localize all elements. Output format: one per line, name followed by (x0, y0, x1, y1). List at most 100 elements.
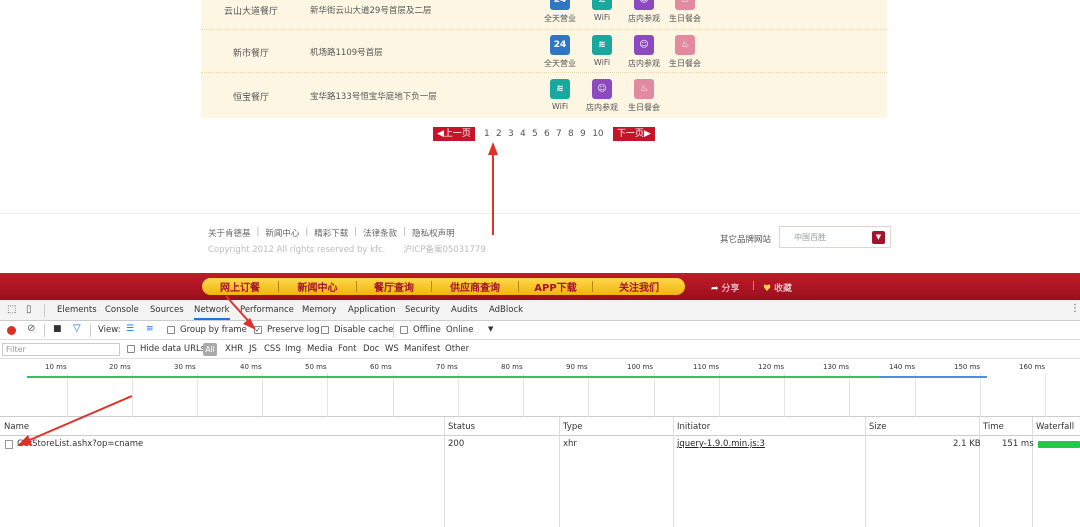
filter-type-xhr[interactable]: XHR (225, 344, 243, 354)
copyright: Copyright 2012 All rights reserved by kf… (208, 245, 486, 255)
filter-type-other[interactable]: Other (445, 344, 469, 354)
footer-divider (0, 213, 1080, 214)
devtools-tab-bar: ⬚ ▯ Elements Console Sources Network Per… (0, 300, 1080, 321)
filter-type-ws[interactable]: WS (385, 344, 399, 354)
group-by-frame-checkbox[interactable] (167, 326, 175, 334)
page-link[interactable]: 9 (577, 129, 589, 139)
share-link[interactable]: ➦ 分享 (711, 281, 739, 294)
wifi-icon: ≋ (592, 0, 612, 10)
pagination: ◀上一页 1 2 3 4 5 6 7 8 9 10 下一页▶ (433, 126, 655, 141)
filter-type-manifest[interactable]: Manifest (404, 344, 440, 354)
filter-input[interactable]: Filter (2, 343, 120, 356)
throttling-select[interactable]: Online (446, 325, 473, 335)
tab-console[interactable]: Console (105, 305, 139, 315)
prev-page-button[interactable]: ◀上一页 (433, 126, 475, 141)
tab-memory[interactable]: Memory (302, 305, 337, 315)
network-toolbar: ⊘ ■ ▽ View: ☰ ≡ Group by frame ✓ Preserv… (0, 321, 1080, 340)
brand-sites-select[interactable]: 中国百胜 ▼ (779, 226, 891, 248)
chevron-down-icon: ▼ (872, 231, 885, 244)
filter-type-all[interactable]: All (203, 343, 217, 356)
tab-application[interactable]: Application (348, 305, 396, 315)
footer-link-legal[interactable]: 法律条款 (363, 227, 397, 239)
hide-data-urls-checkbox[interactable] (127, 345, 135, 353)
tab-network[interactable]: Network (194, 305, 230, 320)
tab-elements[interactable]: Elements (57, 305, 97, 315)
large-rows-icon[interactable]: ☰ (126, 324, 134, 334)
camera-icon[interactable]: ■ (53, 324, 62, 334)
nav-store-search[interactable]: 餐厅查询 (357, 279, 431, 294)
people-icon: ☺ (592, 79, 612, 99)
service-birthday: ♨ 生日餐会 (664, 35, 706, 69)
next-page-button[interactable]: 下一页▶ (612, 126, 655, 141)
nav-supplier-search[interactable]: 供应商查询 (432, 279, 518, 294)
store-address: 宝华路133号恒宝华庭地下负一层 (310, 92, 437, 102)
timeline-tick: 160 ms (1019, 363, 1046, 371)
nav-news[interactable]: 新闻中心 (279, 279, 356, 294)
nav-follow-us[interactable]: 关注我们 (593, 279, 685, 294)
device-toolbar-icon[interactable]: ▯ (26, 304, 32, 315)
store-name: 新市餐厅 (232, 49, 269, 59)
brand-sites-label: 其它品牌网站 (720, 235, 772, 245)
request-row[interactable]: GetStoreList.ashx?op=cname 200 xhr jquer… (0, 436, 1080, 452)
tab-performance[interactable]: Performance (240, 305, 294, 315)
filter-icon[interactable]: ▽ (73, 323, 81, 334)
filter-type-media[interactable]: Media (307, 344, 333, 354)
favorite-link[interactable]: ♥ 收藏 (763, 281, 792, 294)
filter-type-js[interactable]: JS (249, 344, 257, 354)
waterfall-view-icon[interactable]: ≡ (146, 324, 154, 334)
page-link[interactable]: 10 (589, 129, 607, 139)
filter-type-img[interactable]: Img (285, 344, 301, 354)
filter-type-doc[interactable]: Doc (363, 344, 379, 354)
record-icon[interactable] (7, 326, 16, 335)
share-icon: ➦ (711, 284, 719, 294)
service-24h: 24 全天营业 (539, 35, 581, 69)
request-status: 200 (448, 439, 465, 449)
arrow-head (488, 142, 498, 155)
page-link[interactable]: 3 (505, 129, 517, 139)
clock-24-icon: 24 (550, 0, 570, 10)
nav-order-online[interactable]: 网上订餐 (202, 279, 278, 294)
page-link[interactable]: 5 (529, 129, 541, 139)
inspect-element-icon[interactable]: ⬚ (7, 304, 16, 315)
service-birthday: ♨ 生日餐会 (623, 79, 665, 113)
column-status[interactable]: Status (448, 422, 475, 432)
filter-type-css[interactable]: CSS (264, 344, 281, 354)
timeline-tick: 60 ms (370, 363, 392, 371)
page-link[interactable]: 1 (481, 129, 493, 139)
request-time: 151 ms (1002, 439, 1034, 449)
footer-link-news[interactable]: 新闻中心 (265, 227, 299, 239)
offline-checkbox[interactable] (400, 326, 408, 334)
column-time[interactable]: Time (983, 422, 1004, 432)
clear-icon[interactable]: ⊘ (27, 323, 35, 334)
page-link[interactable]: 7 (553, 129, 565, 139)
tab-audits[interactable]: Audits (451, 305, 478, 315)
column-waterfall[interactable]: Waterfall (1036, 422, 1074, 432)
tab-adblock[interactable]: AdBlock (489, 305, 523, 315)
preserve-log-checkbox[interactable]: ✓ (254, 326, 262, 334)
nav-app-download[interactable]: APP下载 (519, 279, 592, 294)
filter-type-font[interactable]: Font (338, 344, 357, 354)
footer-link-privacy[interactable]: 隐私权声明 (412, 227, 455, 239)
column-name[interactable]: Name (4, 422, 29, 432)
timeline-request-bar (27, 376, 987, 378)
column-type[interactable]: Type (563, 422, 583, 432)
column-size[interactable]: Size (869, 422, 886, 432)
network-overview-timeline[interactable]: 10 ms 20 ms 30 ms 40 ms 50 ms 60 ms 70 m… (0, 359, 1080, 417)
page-link-current[interactable]: 2 (493, 129, 505, 139)
footer-link-downloads[interactable]: 精彩下载 (314, 227, 348, 239)
caret-down-icon: ▼ (488, 325, 494, 333)
page-link[interactable]: 4 (517, 129, 529, 139)
request-name[interactable]: GetStoreList.ashx?op=cname (17, 439, 143, 449)
page-link[interactable]: 8 (565, 129, 577, 139)
tab-security[interactable]: Security (405, 305, 440, 315)
column-initiator[interactable]: Initiator (677, 422, 710, 432)
page-link[interactable]: 6 (541, 129, 553, 139)
request-initiator-link[interactable]: jquery-1.9.0.min.js:3 (677, 439, 765, 449)
more-options-icon[interactable]: ⋮ (1070, 303, 1080, 314)
tab-sources[interactable]: Sources (150, 305, 184, 315)
view-label: View: (98, 325, 121, 335)
footer-link-about[interactable]: 关于肯德基 (208, 227, 251, 239)
disable-cache-checkbox[interactable] (321, 326, 329, 334)
timeline-tick: 120 ms (758, 363, 785, 371)
store-name: 云山大道餐厅 (223, 7, 278, 17)
